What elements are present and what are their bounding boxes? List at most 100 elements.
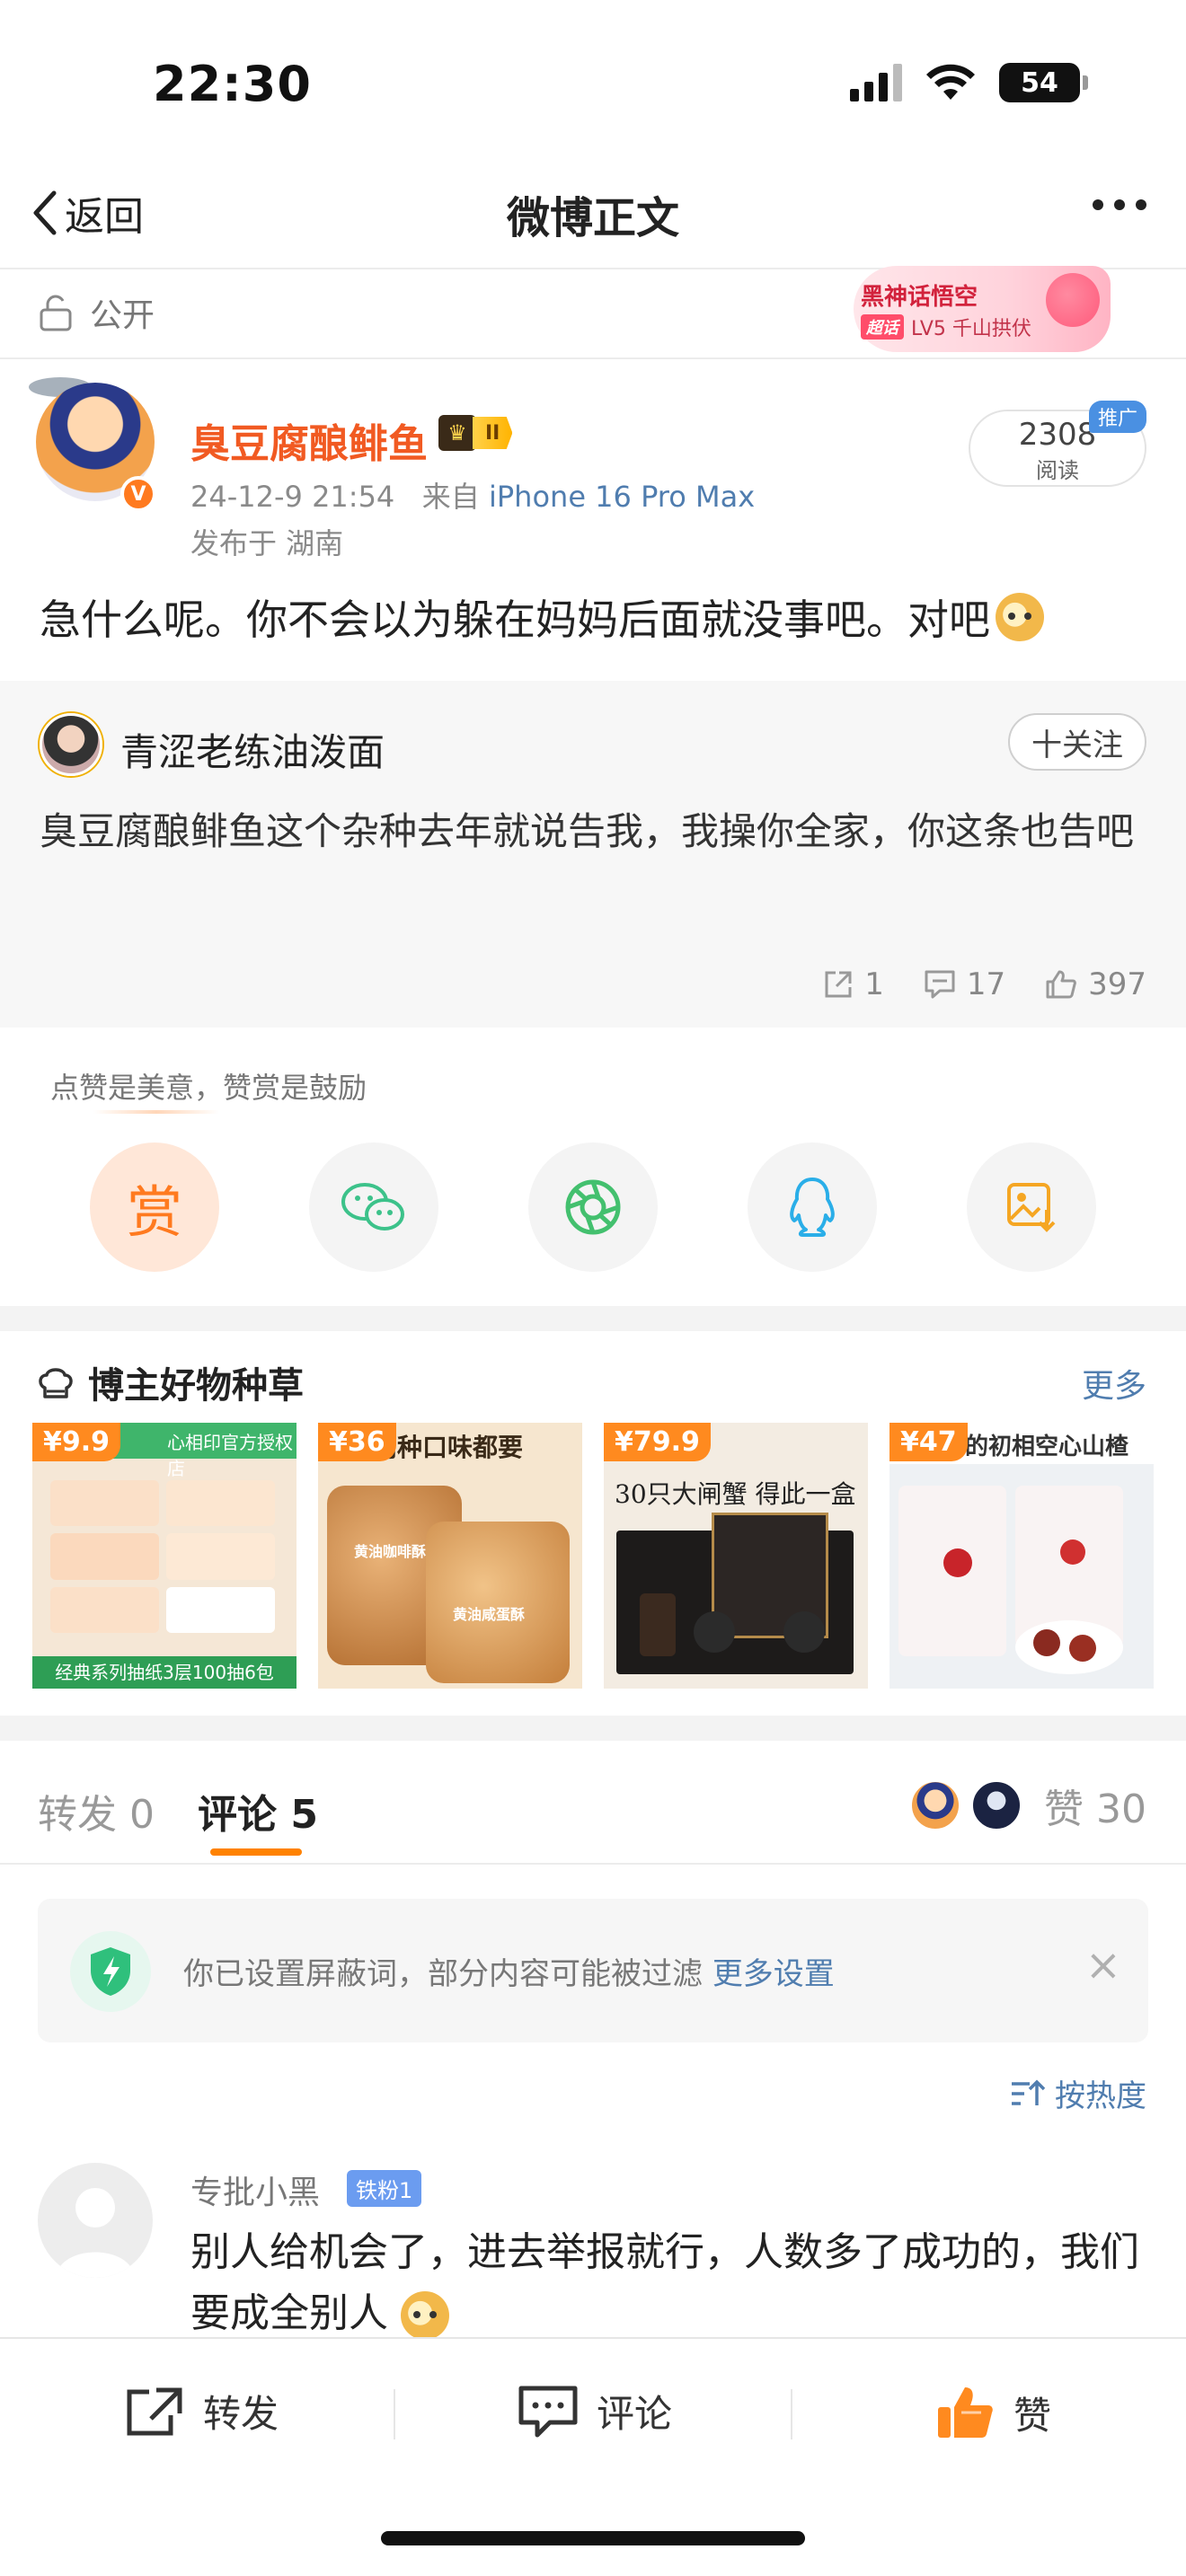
author-name[interactable]: 臭豆腐酿鲱鱼 xyxy=(190,411,428,469)
retweet-avatar[interactable] xyxy=(40,713,102,776)
shield-icon xyxy=(70,1931,151,2012)
sort-label: 按热度 xyxy=(1055,2078,1146,2114)
banner-level: LV5 千山拱伏 xyxy=(911,318,1031,340)
section-gap xyxy=(0,1716,1186,1741)
share-qq-button[interactable] xyxy=(748,1142,877,1272)
close-icon[interactable]: × xyxy=(1085,1940,1121,1990)
like-label: 赞 xyxy=(1013,2393,1052,2438)
bar-separator xyxy=(791,2389,792,2439)
comment-icon xyxy=(518,2386,578,2437)
status-time: 22:30 xyxy=(153,56,312,112)
liker-avatar xyxy=(970,1779,1023,1831)
thumbs-up-icon xyxy=(938,2387,993,2438)
moments-aperture-icon xyxy=(565,1179,621,1235)
source-prefix: 来自 xyxy=(421,480,480,514)
member-level-badge[interactable]: ♛ II xyxy=(438,415,513,451)
product-card[interactable]: 两种口味都要 黄油咖啡酥 黄油咸蛋酥 ¥36 xyxy=(318,1423,582,1689)
goods-section-title: 博主好物种草 xyxy=(36,1356,304,1408)
tip-button[interactable]: 赏 xyxy=(90,1142,219,1272)
battery-level: 54 xyxy=(1021,66,1058,99)
product-card[interactable]: 30只大闸蟹 得此一盒 ¥79.9 xyxy=(604,1423,868,1689)
filter-notice: 你已设置屏蔽词，部分内容可能被过滤 更多设置 × xyxy=(38,1899,1148,2042)
like-button[interactable]: 赞 xyxy=(934,2384,1051,2441)
post-location: 发布于 湖南 xyxy=(190,526,344,560)
follow-button[interactable]: 十关注 xyxy=(1008,713,1146,771)
status-icons: 54 xyxy=(850,63,1088,102)
filter-text: 你已设置屏蔽词，部分内容可能被过滤 xyxy=(183,1956,703,1992)
bar-separator xyxy=(394,2389,395,2439)
section-divider xyxy=(0,357,1186,359)
cellular-signal-icon xyxy=(850,64,902,101)
sort-button[interactable]: 按热度 xyxy=(1010,2071,1146,2115)
product-caption: 的初相空心山楂 xyxy=(965,1434,1129,1460)
visibility-row: 公开 xyxy=(38,289,155,336)
wifi-icon xyxy=(926,64,975,100)
tabs-divider xyxy=(0,1863,1186,1865)
retweet-like-stat[interactable]: 397 xyxy=(1045,966,1146,1002)
supertopic-badge: 超话 xyxy=(861,314,904,340)
read-label: 阅读 xyxy=(1036,458,1079,483)
like-count: 397 xyxy=(1088,966,1146,1002)
commenter-avatar[interactable] xyxy=(38,2163,153,2278)
product-price: ¥9.9 xyxy=(32,1423,121,1461)
tab-comment[interactable]: 评论 5 xyxy=(198,1782,318,1839)
lock-icon xyxy=(40,295,72,331)
tab-repost[interactable]: 转发 0 xyxy=(38,1782,155,1839)
comment-body: 别人给机会了，进去举报就行，人数多了成功的，我们要成全别人 xyxy=(190,2222,1143,2344)
comment-label: 评论 xyxy=(597,2392,673,2436)
qq-penguin-icon xyxy=(790,1178,835,1237)
post-meta: 24-12-9 21:54 来自 iPhone 16 Pro Max xyxy=(190,474,755,516)
visibility-label: 公开 xyxy=(90,297,155,334)
product-card[interactable]: 心相印官方授权店 经典系列抽纸3层100抽6包 ¥9.9 xyxy=(32,1423,296,1689)
share-icon xyxy=(825,971,852,998)
product-price: ¥79.9 xyxy=(604,1423,711,1461)
filter-message: 你已设置屏蔽词，部分内容可能被过滤 更多设置 xyxy=(183,1949,835,1993)
likes-count: 赞 30 xyxy=(1044,1786,1146,1832)
save-image-button[interactable] xyxy=(967,1142,1096,1272)
product-caption: 30只大闸蟹 得此一盒 xyxy=(615,1479,856,1509)
level-label: II xyxy=(473,417,513,449)
retweet-repost-stat[interactable]: 1 xyxy=(823,966,884,1002)
product-price: ¥47 xyxy=(890,1423,968,1461)
product-tag: 黄油咸蛋酥 xyxy=(453,1606,526,1623)
comment-count: 17 xyxy=(966,966,1006,1002)
retweet-author-name[interactable]: 青涩老练油泼面 xyxy=(120,722,385,777)
doge-emoji-icon xyxy=(401,2291,449,2340)
chef-hat-icon xyxy=(39,1368,73,1398)
filter-settings-link[interactable]: 更多设置 xyxy=(712,1956,835,1992)
likers-row[interactable]: 赞 30 xyxy=(909,1777,1146,1834)
supertopic-banner[interactable]: 黑神话悟空 超话 LV5 千山拱伏 xyxy=(854,266,1111,352)
more-options-icon[interactable] xyxy=(1093,199,1146,210)
share-moments-button[interactable] xyxy=(528,1142,658,1272)
active-tab-indicator xyxy=(210,1848,302,1856)
tip-caption: 点赞是美意，赞赏是鼓励 xyxy=(50,1071,367,1105)
post-body: 急什么呢。你不会以为躲在妈妈后面就没事吧。对吧 xyxy=(40,587,1044,647)
goods-more-link[interactable]: 更多 xyxy=(1082,1360,1146,1407)
goods-title: 博主好物种草 xyxy=(88,1365,304,1407)
comment-icon xyxy=(925,970,955,999)
repost-label: 转发 xyxy=(203,2392,279,2436)
comment-button[interactable]: 评论 xyxy=(518,2384,672,2439)
retweet-comment-stat[interactable]: 17 xyxy=(924,966,1005,1002)
repost-button[interactable]: 转发 xyxy=(124,2384,279,2439)
product-card[interactable]: 的初相空心山楂 ¥47 xyxy=(890,1423,1154,1689)
repost-count: 1 xyxy=(864,966,884,1002)
home-indicator xyxy=(381,2531,805,2545)
commenter-name[interactable]: 专批小黑 xyxy=(190,2166,320,2213)
section-gap xyxy=(0,1306,1186,1331)
wechat-icon xyxy=(341,1183,404,1231)
product-store: 心相印官方授权店 xyxy=(167,1432,293,1479)
heart-icon xyxy=(1046,273,1100,327)
battery-icon: 54 xyxy=(999,63,1088,102)
promo-tag: 推广 xyxy=(1088,401,1146,433)
banner-title: 黑神话悟空 xyxy=(861,284,978,311)
crown-icon: ♛ xyxy=(438,415,476,451)
post-date: 24-12-9 21:54 xyxy=(190,480,395,514)
retweet-stats: 1 17 397 xyxy=(823,966,1146,1002)
sort-icon xyxy=(1012,2079,1046,2105)
product-caption: 经典系列抽纸3层100抽6包 xyxy=(32,1656,296,1689)
share-wechat-button[interactable] xyxy=(309,1142,438,1272)
comment-text: 别人给机会了，进去举报就行，人数多了成功的，我们要成全别人 xyxy=(190,2229,1139,2336)
page-title: 微博正文 xyxy=(506,193,679,243)
device-link[interactable]: iPhone 16 Pro Max xyxy=(489,480,755,514)
